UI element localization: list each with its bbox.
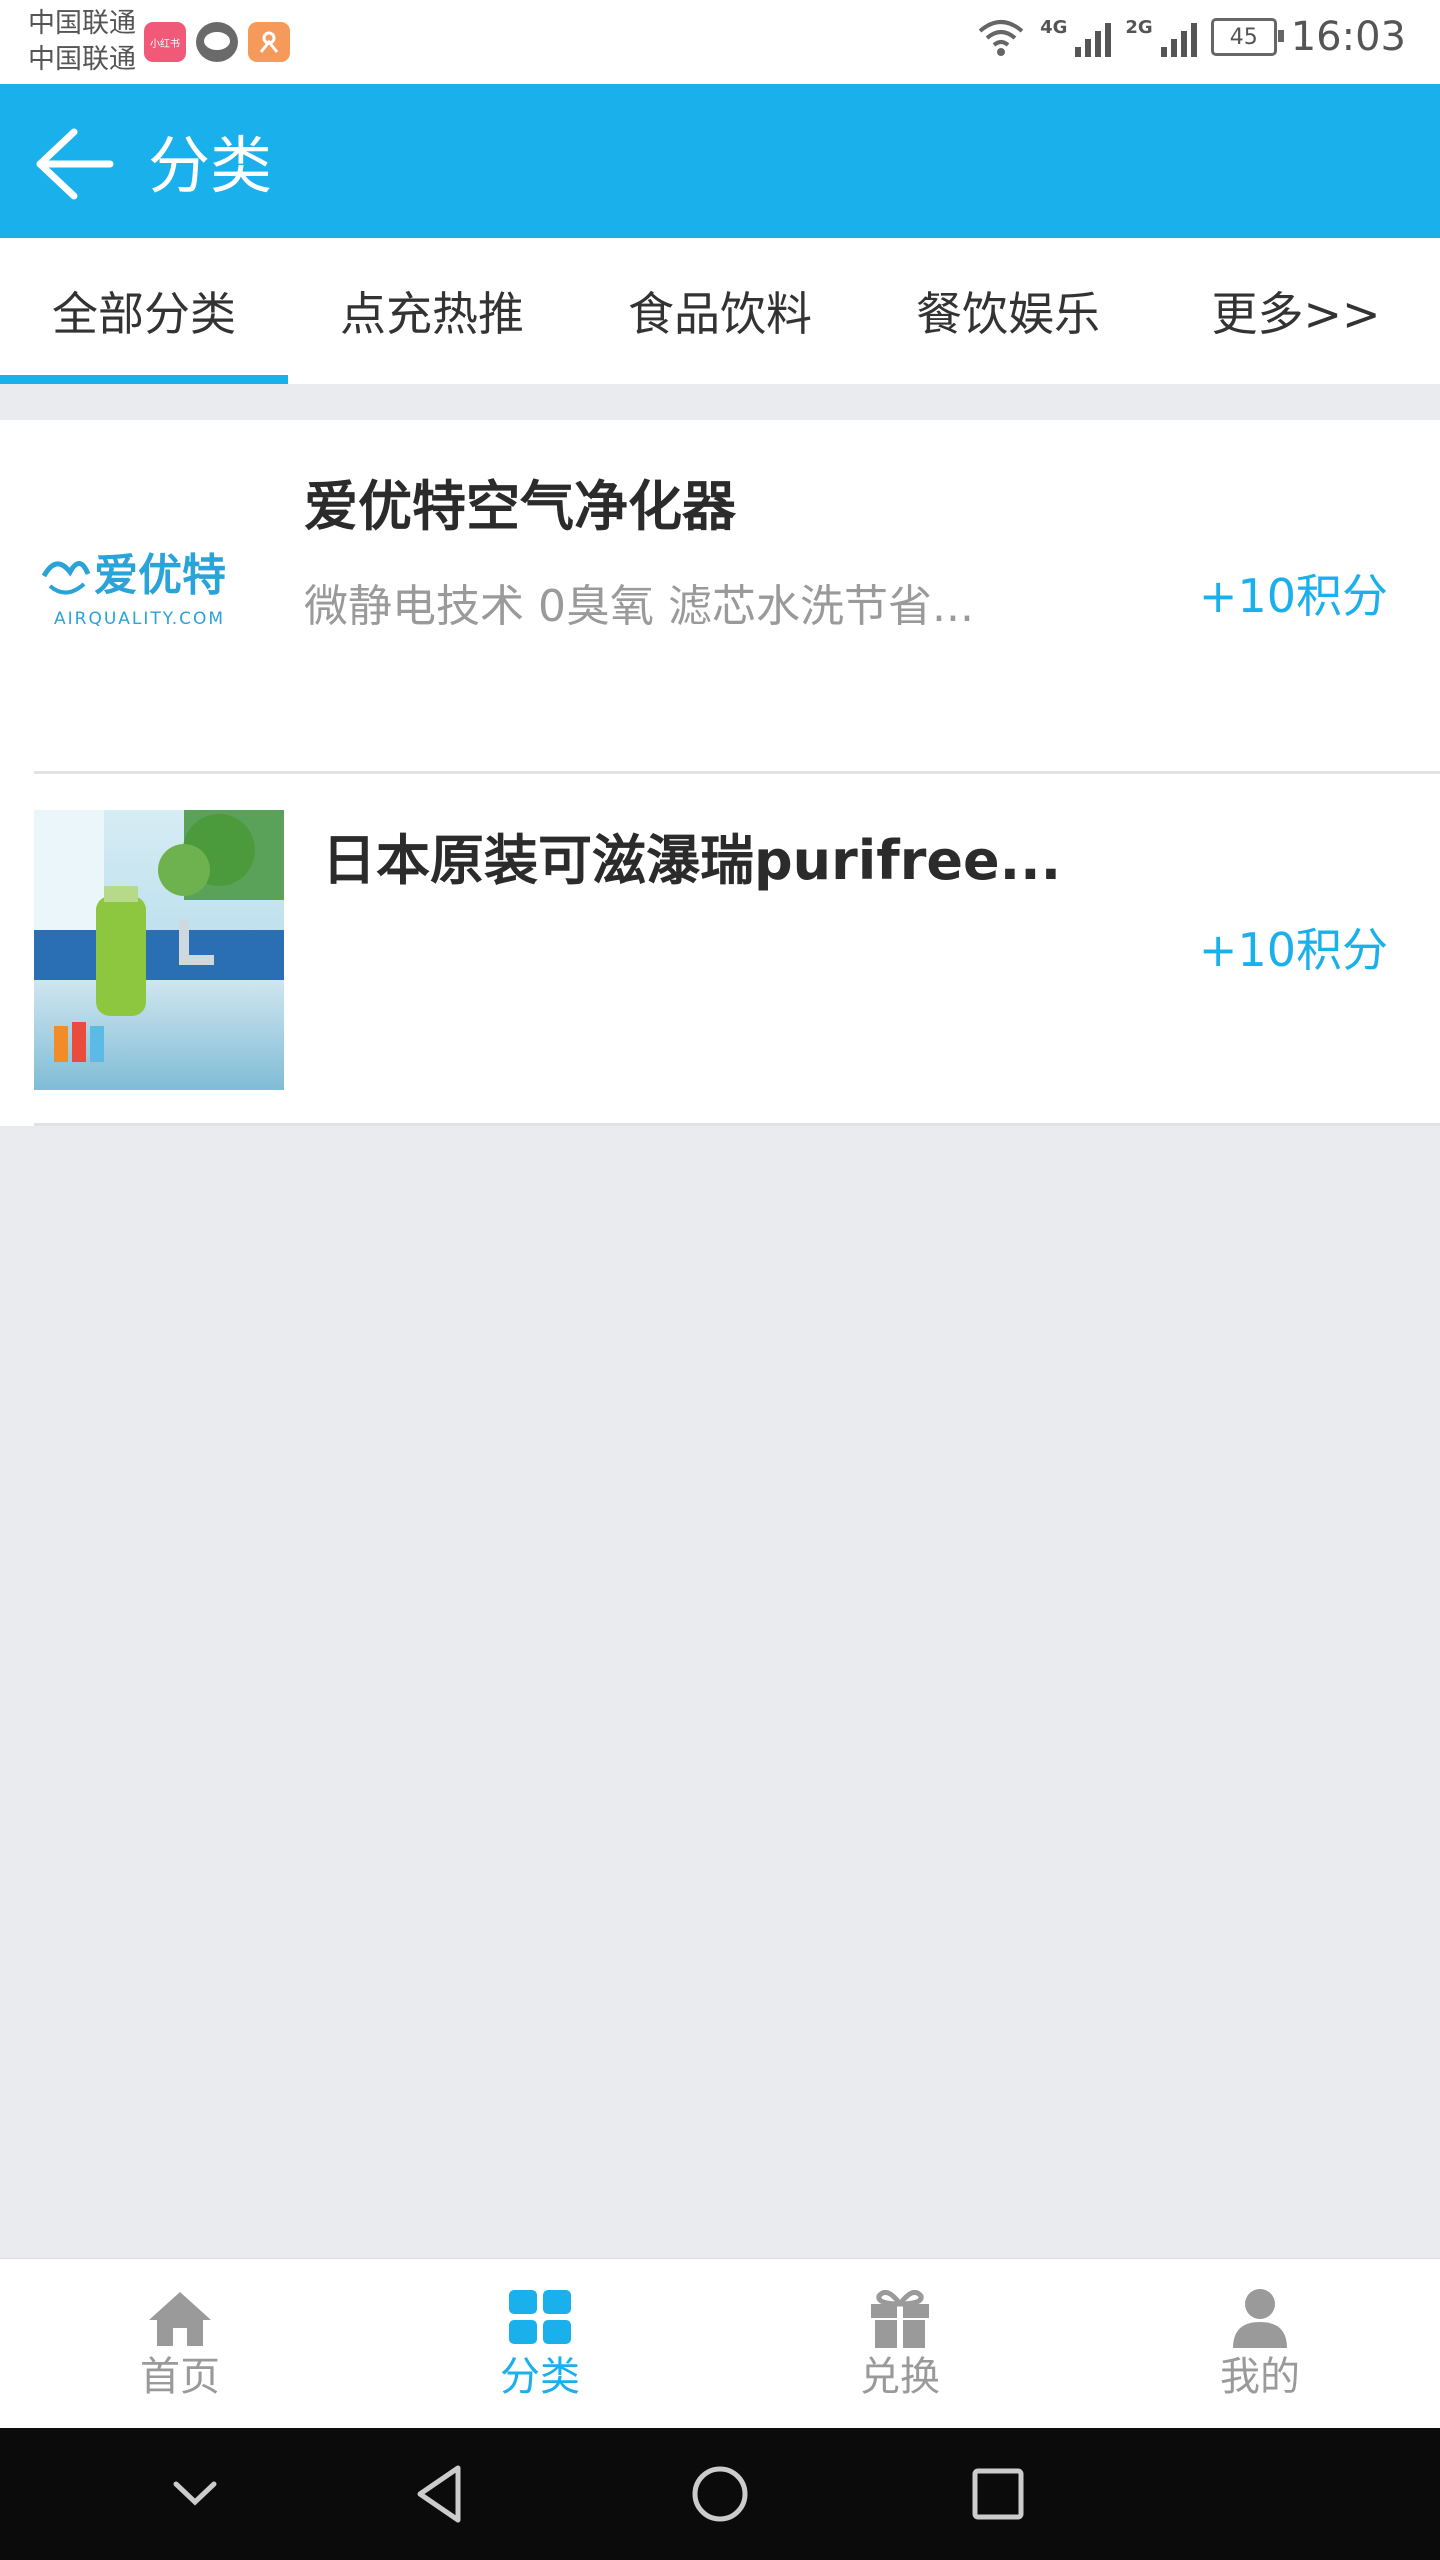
carrier-info: 中国联通 中国联通 bbox=[28, 6, 136, 78]
signal-2g-icon: 2G bbox=[1125, 17, 1197, 57]
logo-subtext: AIRQUALITY.COM bbox=[54, 609, 225, 629]
xiaohongshu-icon: 小红书 bbox=[144, 22, 186, 62]
message-icon bbox=[196, 22, 238, 62]
app-notification-icon bbox=[248, 22, 290, 62]
carrier-2: 中国联通 bbox=[28, 44, 136, 75]
nav-category[interactable]: 分类 bbox=[360, 2259, 720, 2429]
tab-dining-entertainment[interactable]: 餐饮娱乐 bbox=[864, 238, 1152, 384]
wifi-icon bbox=[978, 20, 1024, 56]
system-status: 4G 2G 45 16:03 bbox=[976, 14, 1406, 60]
chevron-down-icon[interactable] bbox=[170, 2474, 220, 2514]
tab-more[interactable]: 更多>> bbox=[1152, 238, 1440, 384]
item-points: +10积分 bbox=[1198, 923, 1388, 977]
product-logo: 爱优特 AIRQUALITY.COM bbox=[36, 514, 256, 644]
back-button[interactable] bbox=[34, 126, 114, 202]
network-type-2: 2G bbox=[1125, 17, 1153, 38]
nav-category-label: 分类 bbox=[500, 2354, 580, 2400]
home-circle-icon[interactable] bbox=[690, 2464, 750, 2524]
clock: 16:03 bbox=[1290, 14, 1406, 60]
system-nav-bar bbox=[0, 2428, 1440, 2560]
page-title: 分类 bbox=[148, 129, 273, 202]
divider bbox=[34, 1123, 1440, 1126]
item-description: 微静电技术 0臭氧 滤芯水洗节省... bbox=[304, 581, 974, 632]
battery-level: 45 bbox=[1229, 24, 1258, 50]
signal-4g-icon: 4G bbox=[1040, 17, 1112, 57]
network-type-1: 4G bbox=[1040, 17, 1068, 38]
category-tabs: 全部分类 点充热推 食品饮料 餐饮娱乐 更多>> bbox=[0, 238, 1440, 384]
list-item[interactable]: 爱优特 AIRQUALITY.COM 爱优特空气净化器 微静电技术 0臭氧 滤芯… bbox=[0, 420, 1440, 774]
nav-mine-label: 我的 bbox=[1220, 2354, 1300, 2400]
status-bar: 中国联通 中国联通 小红书 4G 2G 45 16:03 bbox=[0, 0, 1440, 84]
product-image bbox=[34, 810, 284, 1090]
nav-home-label: 首页 bbox=[140, 2354, 220, 2400]
grid-icon bbox=[509, 2290, 571, 2344]
app-bar: 分类 bbox=[0, 84, 1440, 238]
user-icon bbox=[1233, 2289, 1287, 2348]
tab-hot-recommend[interactable]: 点充热推 bbox=[288, 238, 576, 384]
nav-mine[interactable]: 我的 bbox=[1080, 2259, 1440, 2429]
notification-icons: 小红书 bbox=[144, 22, 290, 62]
item-title: 日本原装可滋瀑瑞purifree... bbox=[322, 829, 1062, 892]
bottom-nav: 首页 分类 兑换 我的 bbox=[0, 2258, 1440, 2429]
product-list: 爱优特 AIRQUALITY.COM 爱优特空气净化器 微静电技术 0臭氧 滤芯… bbox=[0, 420, 1440, 1126]
list-item[interactable]: 日本原装可滋瀑瑞purifree... +10积分 bbox=[0, 774, 1440, 1126]
recents-square-icon[interactable] bbox=[970, 2466, 1026, 2522]
logo-text: 爱优特 bbox=[94, 550, 226, 601]
nav-exchange[interactable]: 兑换 bbox=[720, 2259, 1080, 2429]
item-title: 爱优特空气净化器 bbox=[304, 475, 736, 538]
tab-all-categories[interactable]: 全部分类 bbox=[0, 238, 288, 384]
gift-icon bbox=[871, 2289, 929, 2348]
arrow-left-icon bbox=[36, 128, 114, 200]
nav-home[interactable]: 首页 bbox=[0, 2259, 360, 2429]
back-triangle-icon[interactable] bbox=[410, 2464, 470, 2524]
item-points: +10积分 bbox=[1198, 569, 1388, 623]
battery-icon: 45 bbox=[1210, 18, 1284, 56]
nav-exchange-label: 兑换 bbox=[860, 2354, 940, 2400]
carrier-1: 中国联通 bbox=[28, 8, 136, 39]
tab-food-drink[interactable]: 食品饮料 bbox=[576, 238, 864, 384]
home-icon bbox=[149, 2292, 211, 2346]
